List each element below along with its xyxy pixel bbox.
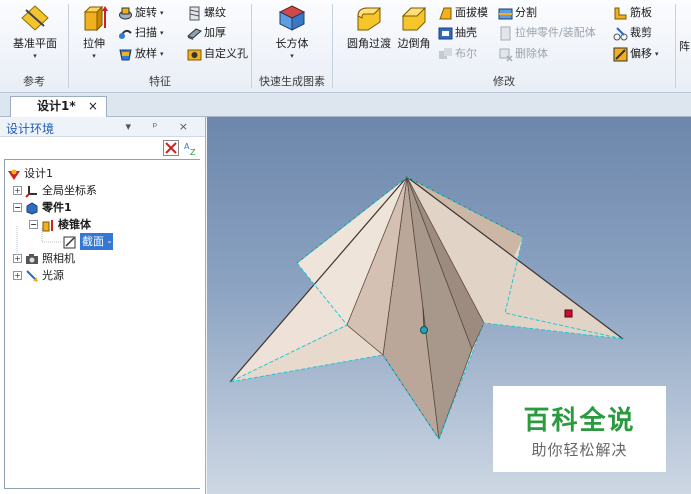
chevron-down-icon: ▾ — [92, 52, 96, 60]
sweep-label: 扫描 — [135, 26, 157, 39]
custom-hole-button[interactable]: 自定义孔 — [187, 45, 248, 63]
watermark: 百科全说 助你轻松解决 — [493, 386, 666, 472]
tab-label: 设计1* — [37, 99, 76, 113]
delete-body-button[interactable]: 删除体 — [498, 45, 548, 63]
fillet-icon — [357, 7, 382, 31]
watermark-subtitle: 助你轻松解决 — [531, 441, 628, 459]
shell-label: 抽壳 — [455, 26, 477, 39]
revolve-button[interactable]: 旋转 ▾ — [118, 4, 164, 22]
custom-hole-icon — [187, 49, 202, 60]
array-label: 阵 — [679, 40, 690, 53]
panel-controls[interactable]: ▾ ᵖ × — [126, 120, 197, 133]
extrude-assembly-label: 拉伸零件/装配体 — [515, 26, 596, 39]
panel-title: 设计环境 — [6, 122, 55, 136]
loft-button[interactable]: 放样 ▾ — [118, 45, 164, 63]
extrude-label: 拉伸 — [83, 37, 105, 50]
split-button[interactable]: 分割 — [498, 4, 537, 22]
clear-filter-icon[interactable] — [163, 140, 179, 156]
reference-group: 基准平面 ▾ 参考 — [0, 0, 68, 93]
anchor-point[interactable] — [420, 326, 428, 334]
group-label-modify: 修改 — [493, 75, 515, 88]
split-label: 分割 — [515, 6, 537, 19]
draft-label: 面拔模 — [455, 6, 488, 19]
thicken-icon — [187, 27, 202, 40]
box-icon — [278, 5, 306, 31]
extrude-assembly-button[interactable]: 拉伸零件/装配体 — [498, 24, 596, 42]
chevron-down-icon: ▾ — [160, 9, 164, 17]
thread-label: 螺纹 — [204, 6, 226, 19]
group-label-quick: 快速生成图素 — [259, 75, 325, 88]
rib-icon — [614, 7, 627, 19]
loft-label: 放样 — [135, 47, 157, 60]
split-icon — [498, 8, 513, 19]
boolean-label: 布尔 — [455, 47, 477, 60]
extrude-icon — [83, 5, 108, 32]
draft-icon — [439, 7, 452, 19]
design-tree: 设计1 + 全局坐标系 − 零件1 − 棱锥体 截面 - + 照相机 + 光源 — [4, 159, 200, 489]
chevron-down-icon: ▾ — [33, 52, 37, 60]
datum-plane-button[interactable]: 基准平面 ▾ — [6, 4, 64, 60]
array-button[interactable]: 阵 — [678, 38, 691, 54]
resize-handle[interactable] — [564, 309, 573, 318]
document-tab-bar: 设计1* × — [0, 93, 691, 117]
shell-icon — [438, 27, 453, 39]
delete-body-label: 删除体 — [515, 47, 548, 60]
quick-generate-group: 长方体 ▾ 快速生成图素 — [252, 0, 332, 93]
box-button[interactable]: 长方体 ▾ — [266, 4, 318, 60]
panel-toolbar: A Z — [0, 137, 205, 159]
group-label-reference: 参考 — [23, 75, 45, 88]
close-icon[interactable]: × — [88, 99, 98, 113]
chevron-down-icon: ▾ — [160, 50, 164, 58]
ribbon: 基准平面 ▾ 参考 拉伸 ▾ 旋转 ▾ 扫描 ▾ 放样 ▾ 螺纹 加厚 自定义孔… — [0, 0, 691, 93]
watermark-title: 百科全说 — [523, 406, 636, 436]
svg-text:Z: Z — [190, 148, 196, 156]
tab-design1[interactable]: 设计1* × — [10, 96, 107, 117]
chamfer-label: 边倒角 — [397, 37, 431, 50]
group-divider — [675, 4, 676, 88]
tree-label-selected: 截面 - — [80, 233, 114, 250]
thicken-label: 加厚 — [204, 26, 226, 39]
datum-plane-icon — [21, 5, 49, 31]
extrude-assembly-icon — [500, 26, 511, 40]
extrude-button[interactable]: 拉伸 ▾ — [77, 4, 111, 60]
modify-group: 圆角过渡 边倒角 面拔模 抽壳 布尔 分割 拉伸零件/装配体 删除体 筋板 裁剪… — [333, 0, 675, 93]
thicken-button[interactable]: 加厚 — [187, 24, 226, 42]
draft-button[interactable]: 面拔模 — [438, 4, 488, 22]
feature-group: 拉伸 ▾ 旋转 ▾ 扫描 ▾ 放样 ▾ 螺纹 加厚 自定义孔 特征 — [69, 0, 251, 93]
delete-body-icon — [499, 48, 513, 62]
revolve-label: 旋转 — [135, 6, 157, 19]
shell-button[interactable]: 抽壳 — [438, 24, 477, 42]
design-environment-panel: 设计环境 ▾ ᵖ × A Z 设计1 + 全局坐标系 − 零件1 − 棱锥体 截… — [0, 117, 206, 494]
chevron-down-icon: ▾ — [655, 50, 659, 58]
loft-icon — [119, 49, 132, 60]
offset-label: 偏移 — [630, 47, 652, 60]
sort-tree-icon[interactable]: A Z — [183, 140, 199, 156]
tree-connectors — [16, 226, 62, 258]
box-label: 长方体 — [275, 37, 309, 50]
offset-icon — [613, 47, 628, 61]
trim-icon — [613, 26, 628, 40]
sweep-button[interactable]: 扫描 ▾ — [118, 24, 164, 42]
group-label-feature: 特征 — [149, 75, 171, 88]
offset-button[interactable]: 偏移 ▾ — [613, 45, 659, 63]
revolve-icon — [119, 7, 132, 19]
chamfer-icon — [401, 7, 427, 31]
fillet-button[interactable]: 圆角过渡 — [343, 4, 395, 51]
custom-hole-label: 自定义孔 — [204, 47, 248, 60]
boolean-button[interactable]: 布尔 — [438, 45, 477, 63]
chevron-down-icon: ▾ — [160, 29, 164, 37]
trim-label: 裁剪 — [630, 26, 652, 39]
fillet-label: 圆角过渡 — [347, 37, 391, 50]
thread-button[interactable]: 螺纹 — [187, 4, 226, 22]
boolean-icon — [439, 47, 452, 59]
chamfer-button[interactable]: 边倒角 — [395, 4, 433, 51]
chevron-down-icon: ▾ — [290, 52, 294, 60]
datum-plane-label: 基准平面 — [13, 37, 57, 50]
trim-button[interactable]: 裁剪 — [613, 24, 652, 42]
rib-button[interactable]: 筋板 — [613, 4, 652, 22]
sweep-icon — [119, 29, 132, 39]
thread-icon — [189, 6, 200, 20]
rib-label: 筋板 — [630, 6, 652, 19]
panel-header: 设计环境 ▾ ᵖ × — [0, 117, 205, 137]
